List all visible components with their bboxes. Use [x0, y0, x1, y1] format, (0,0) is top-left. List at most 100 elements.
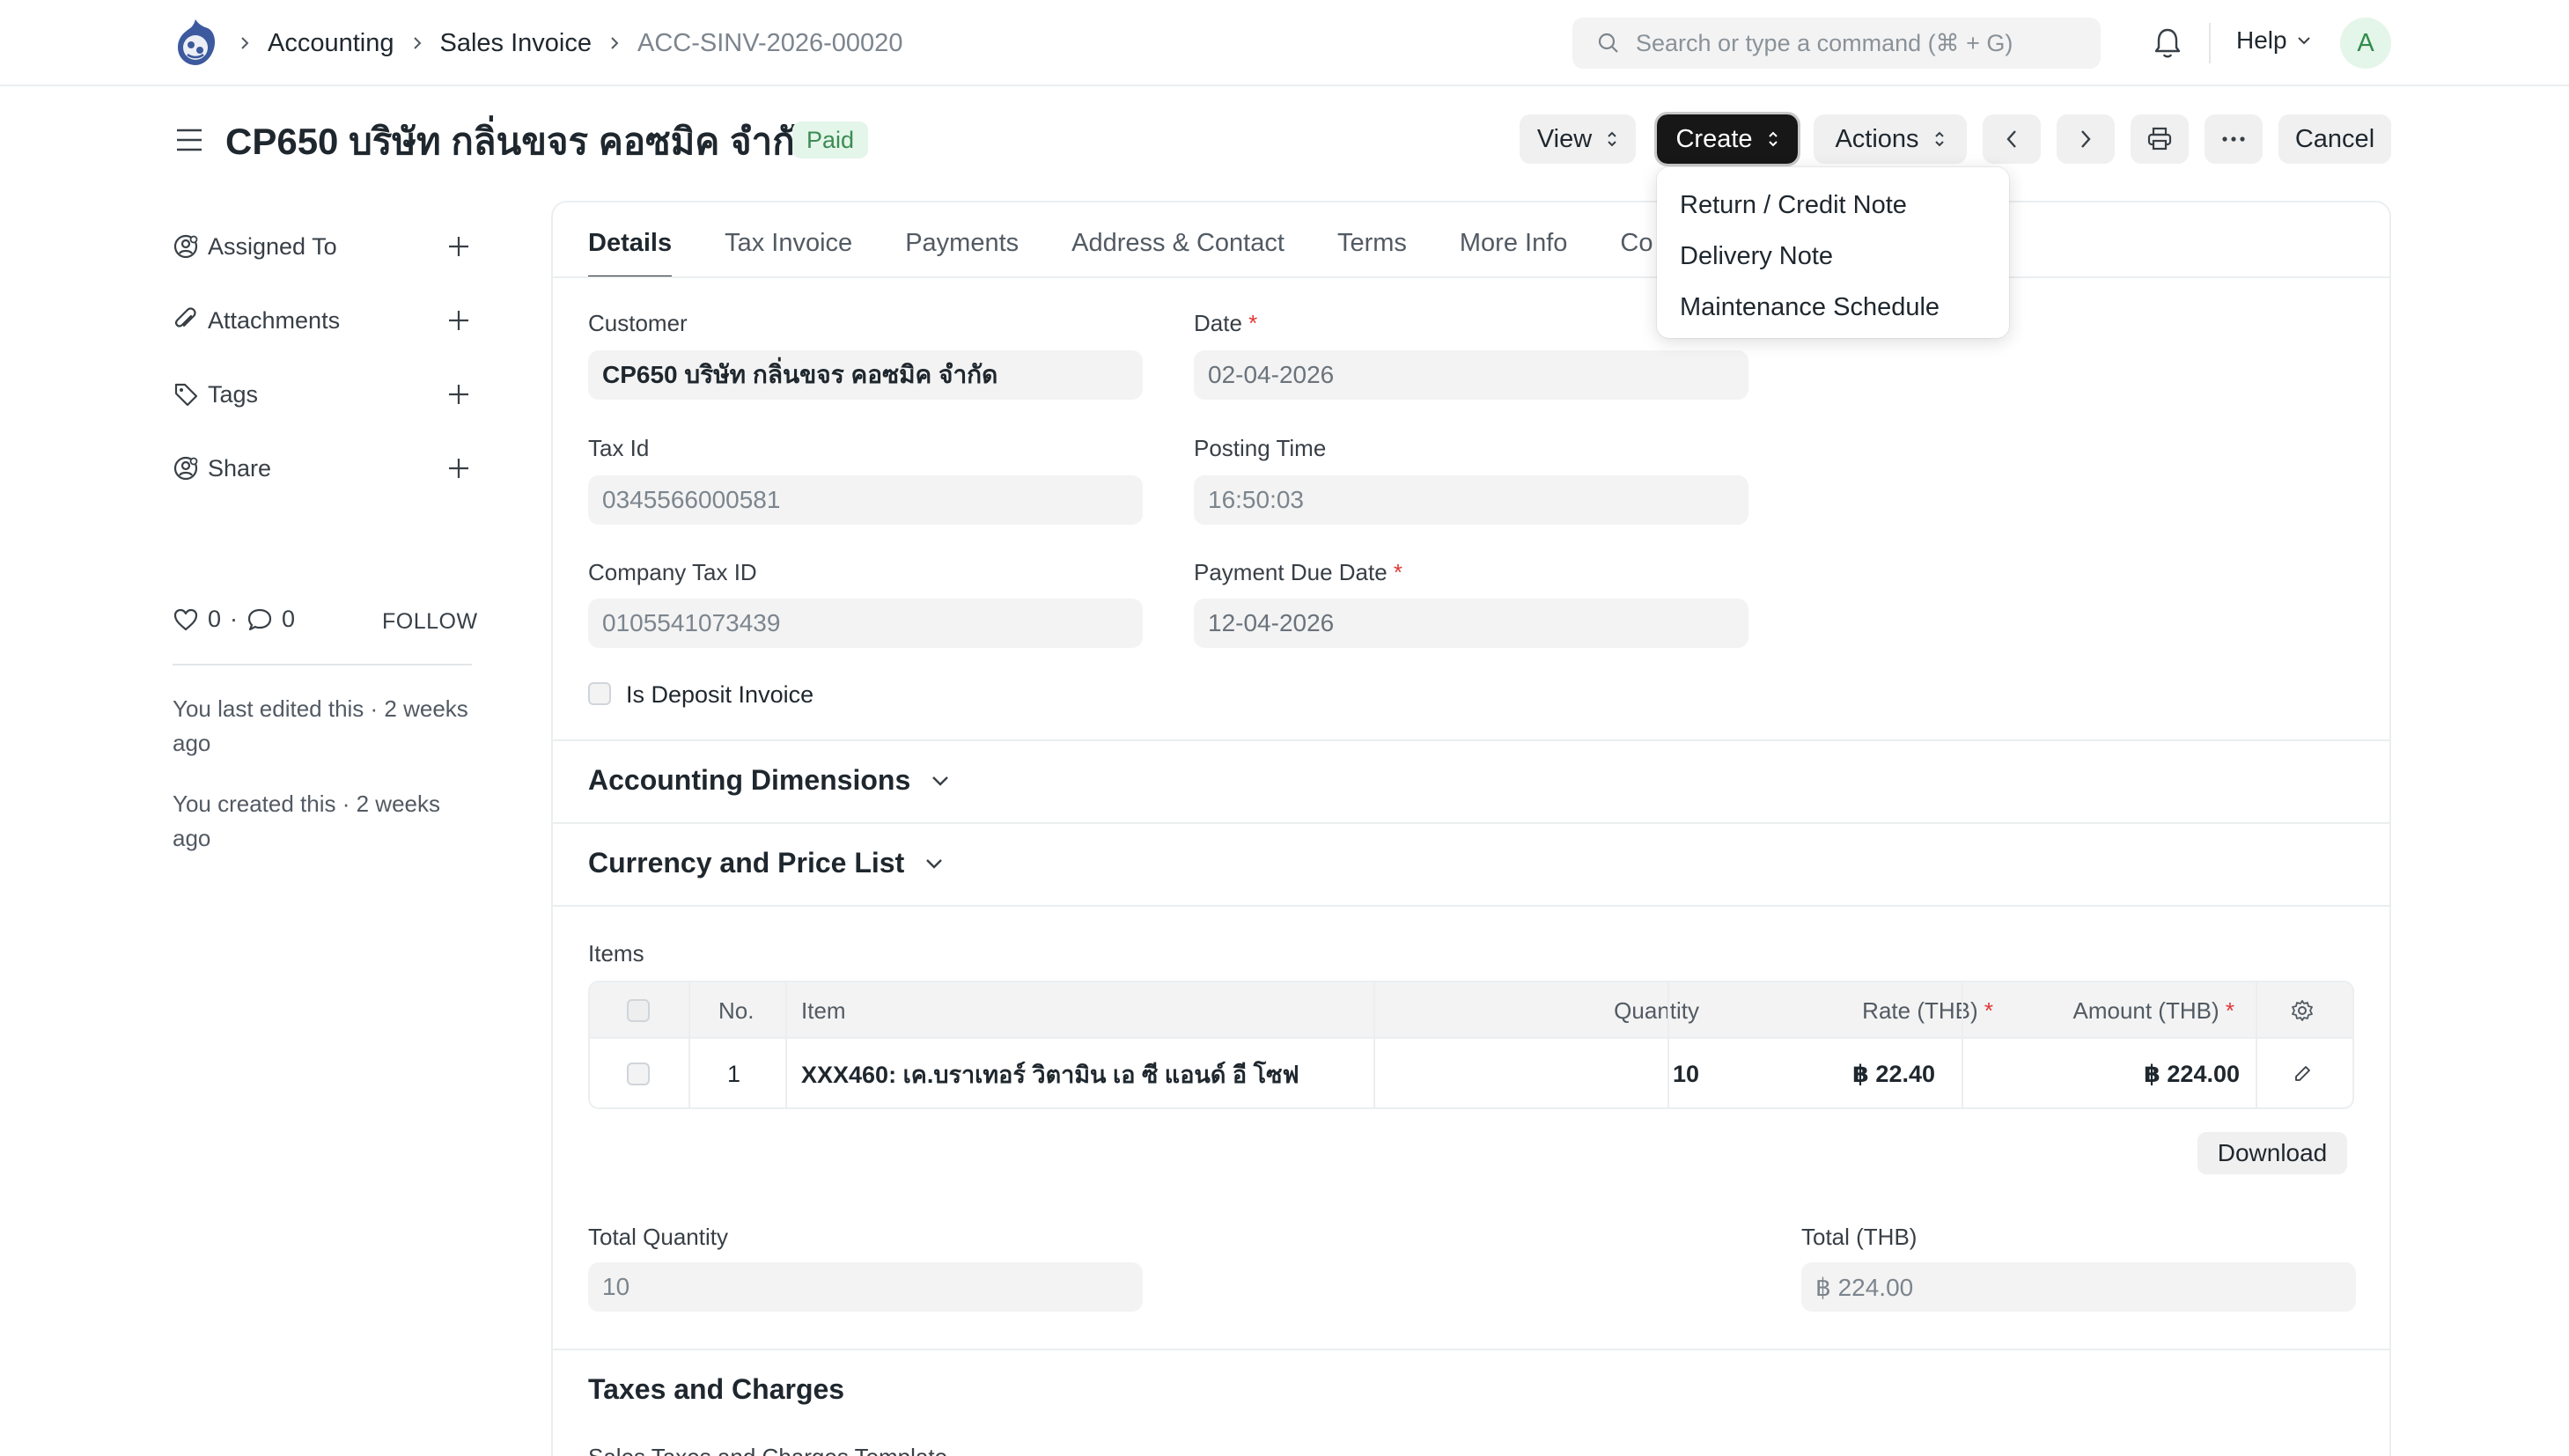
- previous-record-button[interactable]: [1983, 114, 2041, 164]
- gear-icon[interactable]: [2291, 982, 2314, 1039]
- search-input[interactable]: Search or type a command (⌘ + G): [1572, 18, 2101, 69]
- posting-time-label: Posting Time: [1194, 435, 1327, 461]
- row-item[interactable]: XXX460: เค.บราเทอร์ วิตามิน เอ ซี แอนด์ …: [801, 1039, 1299, 1107]
- tab-more-info[interactable]: More Info: [1460, 208, 1568, 278]
- menu-item-maintenance-schedule[interactable]: Maintenance Schedule: [1657, 282, 2009, 333]
- total-quantity-field[interactable]: 10: [588, 1262, 1143, 1312]
- heart-icon[interactable]: [173, 607, 199, 632]
- breadcrumb-accounting[interactable]: Accounting: [268, 29, 394, 58]
- sidebar-assigned-to[interactable]: Assigned To: [173, 229, 472, 264]
- plus-icon[interactable]: [445, 381, 472, 408]
- create-button[interactable]: Create: [1654, 112, 1800, 166]
- paperclip-icon: [173, 307, 199, 334]
- search-placeholder: Search or type a command (⌘ + G): [1636, 29, 2013, 56]
- deposit-invoice-checkbox[interactable]: [588, 682, 611, 705]
- tags-label: Tags: [208, 380, 259, 408]
- cancel-button[interactable]: Cancel: [2278, 114, 2391, 164]
- select-all-checkbox[interactable]: [627, 982, 650, 1039]
- menu-item-delivery-note[interactable]: Delivery Note: [1657, 231, 2009, 282]
- sidebar-tags[interactable]: Tags: [173, 377, 472, 412]
- column-divider: [1962, 982, 1963, 1107]
- printer-icon: [2146, 127, 2173, 151]
- company-tax-id-field[interactable]: 0105541073439: [588, 599, 1143, 648]
- chevron-down-icon: [930, 770, 951, 791]
- plus-icon[interactable]: [445, 307, 472, 334]
- next-record-button[interactable]: [2057, 114, 2115, 164]
- notification-bell-icon[interactable]: [2152, 26, 2183, 60]
- app-logo[interactable]: [173, 18, 218, 67]
- chevron-right-icon: [607, 36, 622, 50]
- share-label: Share: [208, 454, 272, 482]
- follow-button[interactable]: FOLLOW: [382, 609, 478, 635]
- column-quantity: Quantity: [1614, 996, 1699, 1024]
- sort-chevrons-icon: [1606, 129, 1618, 149]
- assigned-to-label: Assigned To: [208, 232, 337, 260]
- date-field[interactable]: 02-04-2026: [1194, 350, 1748, 400]
- comment-icon[interactable]: [247, 607, 273, 632]
- payment-due-date-field[interactable]: 12-04-2026: [1194, 599, 1748, 648]
- breadcrumb-sales-invoice[interactable]: Sales Invoice: [440, 29, 593, 58]
- view-button[interactable]: View: [1520, 114, 1636, 164]
- plus-icon[interactable]: [445, 233, 472, 260]
- required-mark: *: [2225, 996, 2234, 1024]
- created-note: You created this · 2 weeks ago: [173, 791, 440, 851]
- avatar[interactable]: A: [2340, 18, 2391, 69]
- currency-price-list-section[interactable]: Currency and Price List: [588, 847, 945, 879]
- row-no: 1: [727, 1060, 741, 1087]
- tax-id-field[interactable]: 0345566000581: [588, 475, 1143, 525]
- section-title: Currency and Price List: [588, 847, 905, 879]
- help-dropdown[interactable]: Help: [2236, 26, 2312, 55]
- column-divider: [1373, 982, 1375, 1107]
- column-rate: Rate (THB) *: [1862, 982, 1993, 1039]
- chevron-right-icon: [238, 36, 252, 50]
- column-no: No.: [718, 996, 755, 1024]
- table-row[interactable]: 1 XXX460: เค.บราเทอร์ วิตามิน เอ ซี แอนด…: [590, 1039, 2352, 1107]
- tab-payments[interactable]: Payments: [905, 208, 1019, 278]
- tab-partial[interactable]: Co: [1620, 208, 1653, 278]
- page-title: CP650 บริษัท กลิ่นขจร คอซมิค จำกัด: [225, 121, 819, 162]
- payment-due-date-label: Payment Due Date *: [1194, 559, 1402, 586]
- tab-terms[interactable]: Terms: [1337, 208, 1407, 278]
- tab-details[interactable]: Details: [588, 208, 673, 278]
- breadcrumb-current[interactable]: ACC-SINV-2026-00020: [637, 29, 902, 58]
- ellipsis-icon: [2221, 136, 2246, 143]
- sidebar-share[interactable]: Share: [173, 451, 472, 486]
- items-label: Items: [588, 940, 644, 967]
- actions-button[interactable]: Actions: [1814, 114, 1967, 164]
- deposit-invoice-label: Is Deposit Invoice: [626, 681, 814, 708]
- row-quantity[interactable]: 10: [1673, 1039, 1699, 1107]
- column-divider: [688, 982, 690, 1107]
- likes-count: 0: [208, 606, 222, 632]
- posting-time-field[interactable]: 16:50:03: [1194, 475, 1748, 525]
- row-checkbox[interactable]: [627, 1039, 650, 1107]
- row-amount[interactable]: ฿ 224.00: [2144, 1039, 2240, 1107]
- chevron-right-icon: [2078, 129, 2094, 150]
- sidebar-attachments[interactable]: Attachments: [173, 303, 472, 338]
- tab-address-contact[interactable]: Address & Contact: [1071, 208, 1284, 278]
- section-divider: [553, 1349, 2389, 1350]
- download-button[interactable]: Download: [2197, 1132, 2347, 1174]
- sidebar-toggle-icon[interactable]: [174, 125, 204, 155]
- print-button[interactable]: [2131, 114, 2189, 164]
- customer-field[interactable]: CP650 บริษัท กลิ่นขจร คอซมิค จำกัด: [588, 350, 1143, 400]
- total-quantity-label: Total Quantity: [588, 1224, 728, 1250]
- menu-item-return-credit-note[interactable]: Return / Credit Note: [1657, 180, 2009, 231]
- tax-id-label: Tax Id: [588, 435, 650, 461]
- required-mark: *: [1248, 310, 1258, 336]
- column-item: Item: [801, 996, 846, 1024]
- company-tax-id-label: Company Tax ID: [588, 559, 757, 585]
- attachments-label: Attachments: [208, 306, 341, 334]
- column-amount: Amount (THB) *: [2072, 982, 2234, 1039]
- tab-tax-invoice[interactable]: Tax Invoice: [725, 208, 852, 278]
- total-field[interactable]: ฿ 224.00: [1801, 1262, 2356, 1312]
- breadcrumb: Accounting Sales Invoice ACC-SINV-2026-0…: [238, 0, 902, 86]
- accounting-dimensions-section[interactable]: Accounting Dimensions: [588, 764, 951, 797]
- plus-icon[interactable]: [445, 455, 472, 482]
- tabs-divider: [553, 276, 2389, 278]
- more-options-button[interactable]: [2205, 114, 2263, 164]
- edit-pencil-icon[interactable]: [2293, 1039, 2312, 1107]
- create-dropdown-menu: Return / Credit Note Delivery Note Maint…: [1657, 167, 2009, 338]
- sort-chevrons-icon: [1767, 129, 1779, 149]
- row-rate[interactable]: ฿ 22.40: [1852, 1039, 1935, 1107]
- date-label: Date *: [1194, 310, 1257, 337]
